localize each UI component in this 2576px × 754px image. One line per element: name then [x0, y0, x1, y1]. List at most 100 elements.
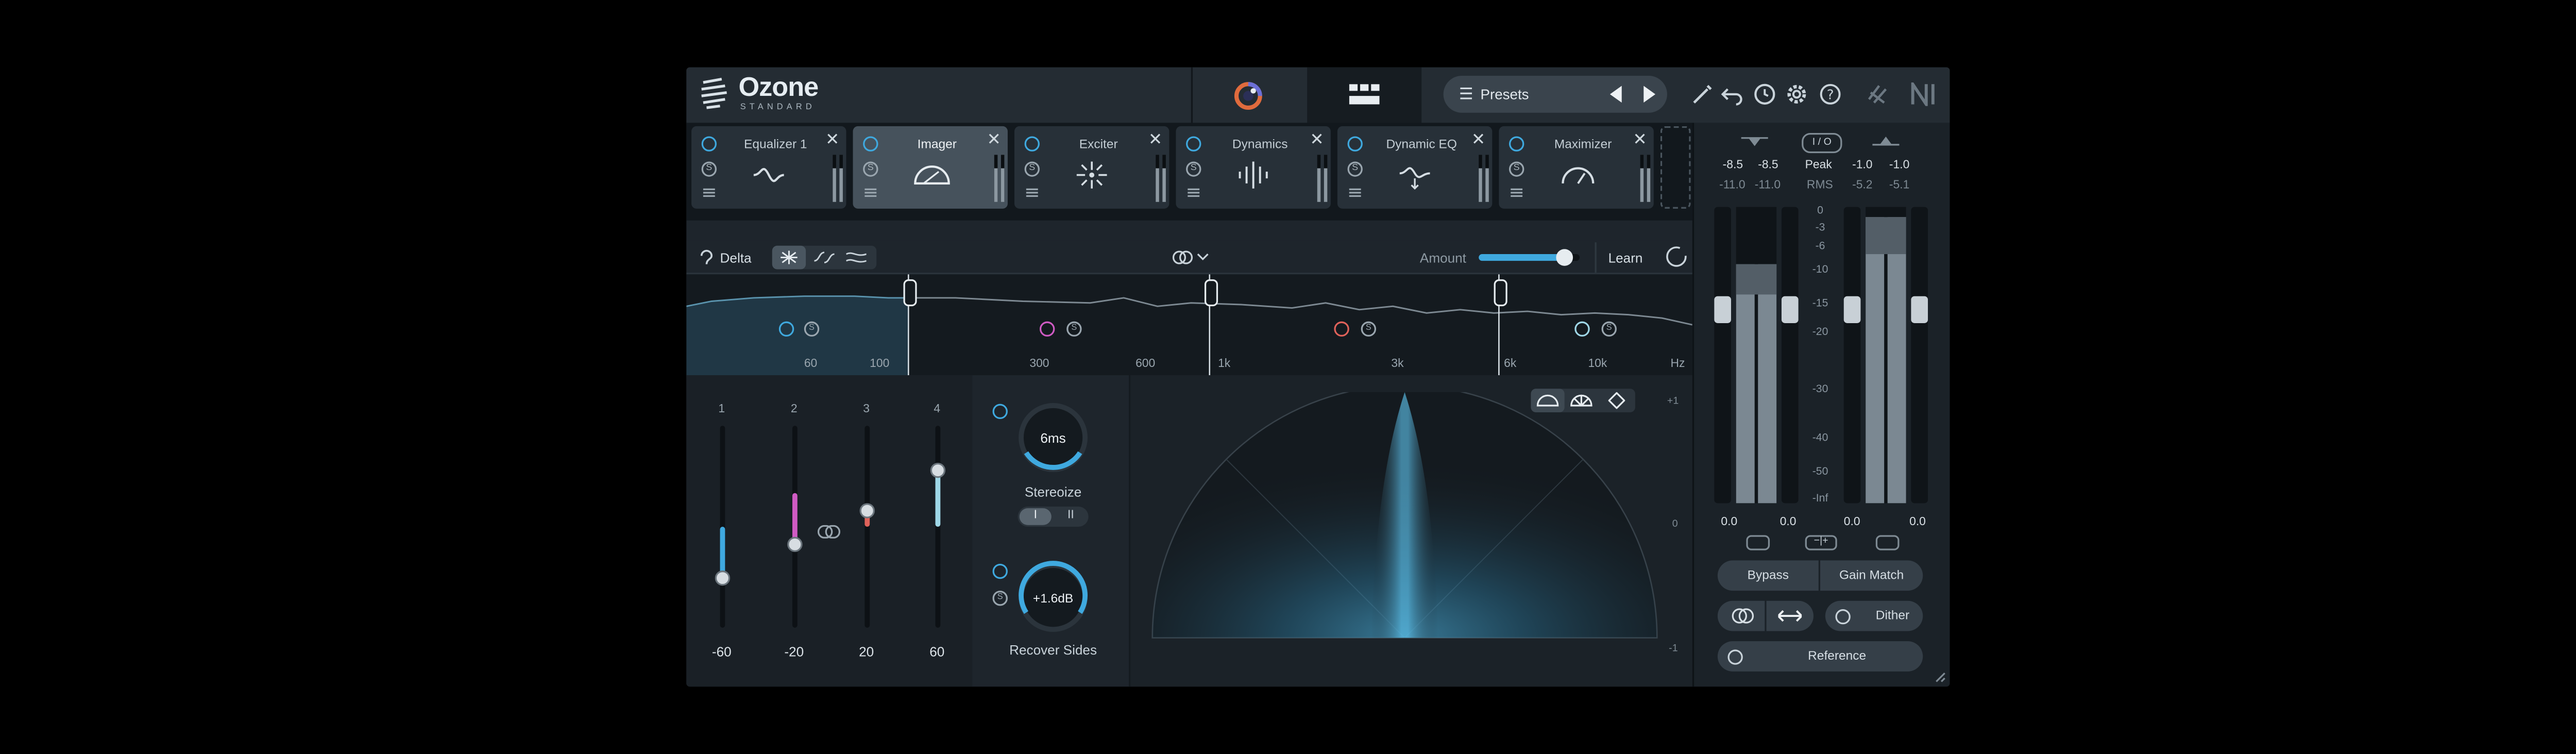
band-2-power-icon[interactable] — [1039, 321, 1055, 337]
close-icon[interactable]: ✕ — [1310, 131, 1324, 150]
crossover-icon[interactable] — [814, 251, 835, 264]
module-dynamic-eq[interactable]: S Dynamic EQ ✕ — [1337, 126, 1493, 209]
output-gain-thumb[interactable] — [1911, 296, 1928, 323]
menu-lines-icon[interactable] — [1349, 188, 1361, 190]
history-icon[interactable] — [1753, 82, 1776, 106]
resize-grip-icon[interactable] — [1935, 672, 1946, 683]
reset-circle-icon[interactable] — [1666, 246, 1687, 267]
menu-lines-icon[interactable] — [865, 188, 877, 190]
add-module-slot[interactable] — [1660, 126, 1691, 209]
band-3-width-fader[interactable] — [859, 426, 875, 628]
band-2-width-fader[interactable] — [787, 426, 803, 628]
help-icon[interactable]: ? — [1819, 82, 1842, 106]
menu-lines-icon[interactable] — [1026, 188, 1038, 190]
band-4-width-thumb[interactable] — [930, 462, 946, 478]
stereoize-power-icon[interactable] — [992, 404, 1008, 420]
input-rms-right: -11.0 — [1754, 180, 1781, 192]
presets-bar[interactable]: Presets — [1443, 75, 1667, 113]
menu-lines-icon[interactable] — [703, 188, 715, 190]
band-1-solo-icon[interactable]: S — [804, 321, 820, 337]
learn-button[interactable]: Learn — [1608, 251, 1643, 266]
crossover-handle-2[interactable] — [1204, 279, 1218, 307]
power-icon[interactable] — [701, 136, 717, 152]
output-gain-fader[interactable] — [1911, 207, 1928, 504]
power-icon[interactable] — [1509, 136, 1524, 152]
grid-icon — [1349, 84, 1380, 105]
band-4-power-icon[interactable] — [1574, 321, 1590, 337]
input-trim-fader[interactable] — [1714, 207, 1731, 504]
assistant-button[interactable] — [1191, 67, 1307, 123]
stereo-link-icon[interactable] — [1172, 249, 1210, 266]
output-trim-fader[interactable] — [1843, 207, 1861, 504]
reference-button[interactable]: Reference — [1717, 641, 1923, 672]
recover-sides-power-icon[interactable] — [992, 563, 1008, 579]
band-3-width-thumb[interactable] — [859, 503, 875, 518]
power-icon[interactable] — [1347, 136, 1363, 152]
mono-button[interactable] — [1717, 600, 1765, 631]
gain-offset-icon[interactable]: −|+ — [1805, 535, 1837, 550]
close-icon[interactable]: ✕ — [987, 131, 1001, 150]
close-icon[interactable]: ✕ — [825, 131, 839, 150]
module-dynamics[interactable]: S Dynamics ✕ — [1176, 126, 1331, 209]
amount-slider[interactable] — [1479, 249, 1580, 266]
band-4-width-fader[interactable] — [930, 426, 946, 628]
module-maximizer[interactable]: S Maximizer ✕ — [1499, 126, 1654, 209]
close-icon[interactable]: ✕ — [1633, 131, 1647, 150]
view-mode-band-button[interactable] — [772, 245, 806, 270]
bypass-button[interactable]: Bypass — [1717, 560, 1819, 591]
gain-match-button[interactable]: Gain Match — [1820, 560, 1923, 591]
band-1-width-fader[interactable] — [715, 426, 731, 628]
module-equalizer-1[interactable]: S Equalizer 1 ✕ — [691, 126, 846, 209]
module-imager[interactable]: S Imager ✕ — [853, 126, 1008, 209]
close-icon[interactable]: ✕ — [1471, 131, 1485, 150]
crossover-handle-3[interactable] — [1494, 279, 1507, 307]
solo-icon[interactable]: S — [701, 161, 717, 177]
power-icon[interactable] — [1024, 136, 1040, 152]
band-1-power-icon[interactable] — [778, 321, 794, 337]
band-1-width-thumb[interactable] — [715, 570, 731, 586]
next-preset-icon[interactable] — [1643, 86, 1657, 103]
band-3-power-icon[interactable] — [1334, 321, 1349, 337]
solo-icon[interactable]: S — [1186, 161, 1201, 177]
menu-lines-icon[interactable] — [1511, 188, 1523, 190]
solo-icon[interactable]: S — [863, 161, 878, 177]
output-collapse-icon[interactable] — [1872, 136, 1900, 146]
band-2-solo-icon[interactable]: S — [1066, 321, 1082, 337]
band-3-solo-icon[interactable]: S — [1361, 321, 1377, 337]
delta-ear-icon[interactable] — [700, 249, 713, 266]
module-view-button[interactable] — [1307, 67, 1422, 123]
solo-icon[interactable]: S — [1347, 161, 1363, 177]
wand-icon[interactable] — [1691, 82, 1715, 106]
power-icon[interactable] — [863, 136, 878, 152]
band-2-width-thumb[interactable] — [787, 537, 803, 552]
band-4-solo-icon[interactable]: S — [1601, 321, 1617, 337]
menu-lines-icon[interactable] — [1188, 188, 1200, 190]
module-exciter[interactable]: S Exciter ✕ — [1014, 126, 1170, 209]
previous-preset-icon[interactable] — [1609, 86, 1623, 103]
output-link-icon[interactable] — [1875, 535, 1900, 550]
crossover-handle-1[interactable] — [903, 279, 917, 307]
undo-icon[interactable] — [1721, 82, 1744, 106]
input-trim-thumb[interactable] — [1714, 296, 1731, 323]
dither-button[interactable]: Dither — [1825, 600, 1923, 631]
stereoize-mode-1-button[interactable]: I — [1019, 508, 1052, 525]
spectrum-view-icon[interactable] — [846, 251, 867, 264]
input-gain-fader[interactable] — [1781, 207, 1799, 504]
amount-slider-thumb[interactable] — [1556, 249, 1573, 266]
recover-sides-solo-icon[interactable]: S — [992, 591, 1008, 606]
solo-icon[interactable]: S — [1024, 161, 1040, 177]
input-collapse-icon[interactable] — [1741, 136, 1768, 146]
power-icon[interactable] — [1186, 136, 1201, 152]
stereoize-mode-2-button[interactable]: II — [1055, 508, 1087, 525]
delta-label[interactable]: Delta — [720, 251, 752, 266]
close-icon[interactable]: ✕ — [1148, 131, 1162, 150]
swap-channels-button[interactable] — [1766, 600, 1814, 631]
io-toggle-button[interactable]: I / O — [1802, 132, 1842, 154]
link-bands-icon[interactable] — [817, 525, 841, 539]
input-link-icon[interactable] — [1746, 535, 1770, 550]
input-gain-thumb[interactable] — [1781, 296, 1799, 323]
settings-gear-icon[interactable] — [1785, 82, 1808, 106]
output-trim-thumb[interactable] — [1843, 296, 1861, 323]
solo-icon[interactable]: S — [1509, 161, 1524, 177]
band-2-number: 2 — [790, 404, 798, 416]
